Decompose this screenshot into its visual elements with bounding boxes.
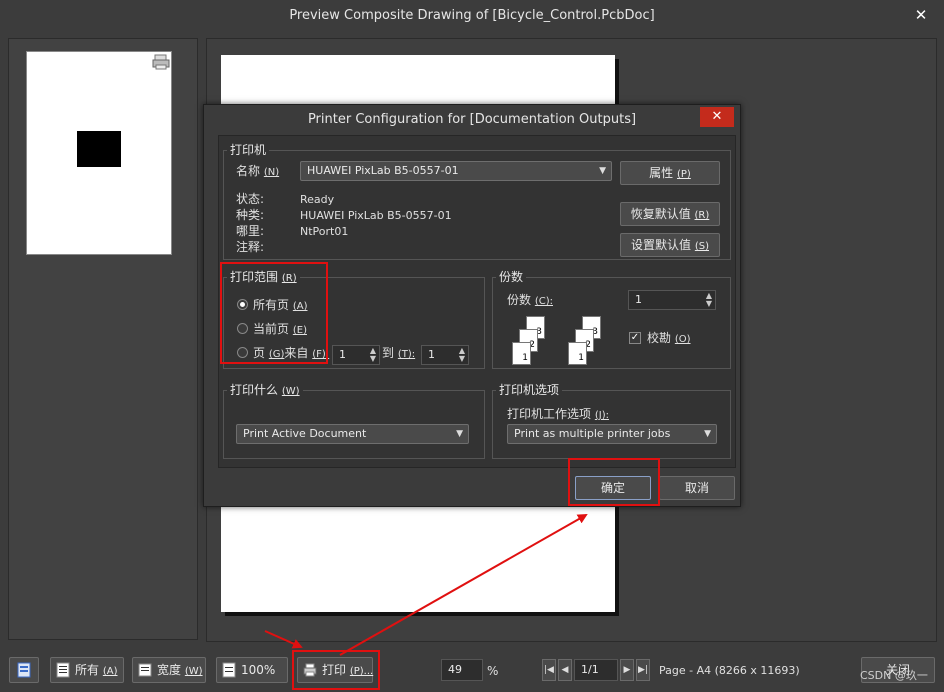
window-close-icon[interactable]: ✕	[912, 6, 930, 24]
printer-name-label: 名称 (N)	[236, 164, 280, 178]
window-title: Preview Composite Drawing of [Bicycle_Co…	[289, 8, 655, 23]
copies-stepper[interactable]: 1 ▲ ▼	[628, 290, 716, 310]
printer-options-title: 打印机选项	[496, 383, 563, 397]
copies-group-title: 份数	[496, 270, 527, 284]
properties-button[interactable]: 属性 (P)	[620, 161, 720, 185]
comment-label: 注释:	[236, 240, 265, 254]
where-label: 哪里:	[236, 224, 265, 238]
document-icon	[222, 662, 236, 678]
set-defaults-button[interactable]: 设置默认值 (S)	[620, 233, 720, 257]
printer-name-select[interactable]: HUAWEI PixLab B5-0557-01 ▼	[300, 161, 612, 181]
fit-width-button[interactable]: 宽度 (W)	[132, 657, 206, 683]
print-what-title: 打印什么 (W)	[227, 383, 303, 399]
zoom-unit: %	[487, 664, 499, 678]
first-page-icon[interactable]: |◀	[542, 659, 556, 681]
status-label: 状态:	[236, 192, 265, 206]
chevron-down-icon: ▼	[599, 166, 606, 176]
board-thumbnail-graphic	[77, 131, 121, 167]
last-page-icon[interactable]: ▶|	[636, 659, 650, 681]
page-number-input[interactable]: 1/1	[574, 659, 618, 681]
type-label: 种类:	[236, 208, 265, 222]
restore-defaults-button[interactable]: 恢复默认值 (R)	[620, 202, 720, 226]
next-page-icon[interactable]: ▶	[620, 659, 634, 681]
copies-label: 份数 (C):	[507, 293, 553, 307]
print-range-highlight	[220, 262, 328, 364]
cancel-button[interactable]: 取消	[659, 476, 735, 500]
zoom-100-button[interactable]: 100%	[216, 657, 288, 683]
stepper-arrows-icon: ▲ ▼	[369, 346, 376, 363]
collate-label[interactable]: 校勘 (O)	[647, 330, 691, 348]
printer-group-title: 打印机	[227, 143, 270, 157]
to-page-stepper[interactable]: 1 ▲ ▼	[421, 345, 469, 365]
dialog-close-icon[interactable]: ✕	[700, 107, 734, 127]
zoom-input[interactable]: 49	[441, 659, 483, 681]
print-button[interactable]: 打印 (P)...	[297, 657, 373, 683]
collate-page-icon: 1	[512, 342, 531, 365]
where-value: NtPort01	[300, 225, 349, 238]
type-value: HUAWEI PixLab B5-0557-01	[300, 209, 452, 222]
fit-all-button[interactable]: 所有 (A)	[50, 657, 124, 683]
stepper-arrows-icon: ▲ ▼	[458, 346, 465, 363]
to-label: 到 (T):	[382, 346, 416, 360]
print-what-select[interactable]: Print Active Document ▼	[236, 424, 469, 444]
watermark: CSDN @玖一	[860, 669, 928, 682]
printer-icon	[152, 54, 170, 70]
page-info: Page - A4 (8266 x 11693)	[659, 664, 800, 677]
collate-page-icon: 1	[568, 342, 587, 365]
document-icon	[56, 662, 70, 678]
ok-button-highlight	[568, 458, 660, 506]
dialog-title: Printer Configuration for [Documentation…	[307, 112, 637, 127]
chevron-down-icon: ▼	[704, 429, 711, 439]
status-value: Ready	[300, 193, 335, 206]
printer-job-label: 打印机工作选项 (J):	[507, 407, 609, 421]
thumbnail-toggle-button[interactable]	[9, 657, 39, 683]
printer-job-select[interactable]: Print as multiple printer jobs ▼	[507, 424, 717, 444]
prev-page-icon[interactable]: ◀	[558, 659, 572, 681]
from-page-stepper[interactable]: 1 ▲ ▼	[332, 345, 380, 365]
page-layout-icon	[17, 662, 31, 678]
chevron-down-icon: ▼	[456, 429, 463, 439]
printer-icon	[303, 663, 317, 677]
fit-width-icon	[138, 663, 152, 677]
collate-checkbox[interactable]: ✓	[629, 332, 641, 344]
stepper-arrows-icon: ▲ ▼	[705, 291, 712, 308]
